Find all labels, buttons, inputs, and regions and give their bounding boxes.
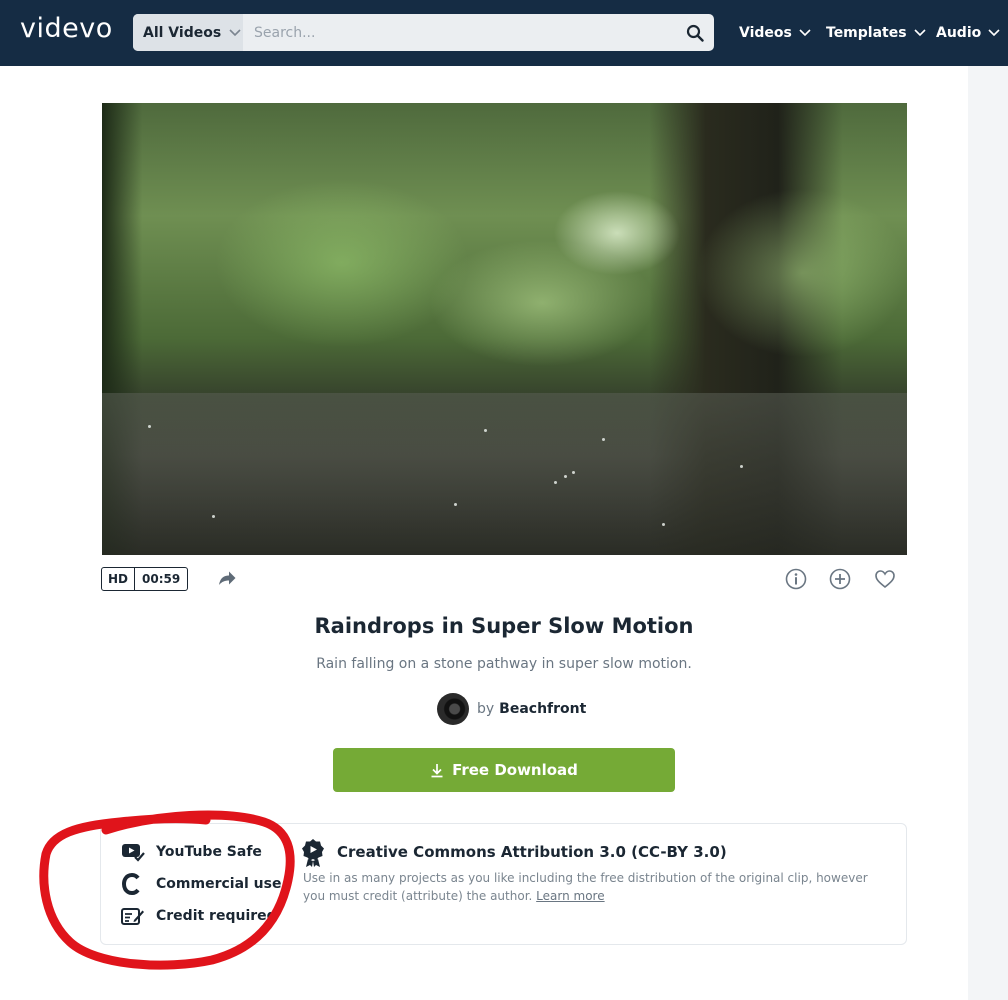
top-navbar: videvo All Videos Videos Templates Audio (0, 0, 1008, 66)
credit-required-icon (121, 908, 144, 925)
videvo-logo[interactable]: videvo (20, 13, 113, 44)
feature-label: Credit required (156, 908, 277, 924)
feature-credit-required: Credit required (121, 905, 277, 927)
commercial-use-icon (121, 873, 140, 895)
search-bar: All Videos (133, 14, 714, 51)
search-button[interactable] (684, 22, 706, 44)
license-award-icon (302, 839, 324, 867)
nav-videos-label: Videos (739, 25, 792, 41)
nav-templates-label: Templates (826, 25, 907, 41)
feature-label: YouTube Safe (156, 844, 262, 860)
info-icon[interactable] (785, 568, 807, 590)
video-preview[interactable] (102, 103, 907, 555)
feature-commercial-use: Commercial use (121, 873, 281, 895)
nav-audio[interactable]: Audio (936, 0, 1000, 66)
raindrop-splash (454, 503, 457, 506)
raindrop-splash (602, 438, 605, 441)
raindrop-splash (484, 429, 487, 432)
download-label: Free Download (452, 761, 578, 779)
author-prefix: by (477, 701, 495, 717)
author-name[interactable]: Beachfront (499, 701, 586, 717)
download-icon (431, 763, 443, 777)
raindrop-splash (572, 471, 575, 474)
share-icon[interactable] (217, 568, 237, 588)
raindrop-splash (148, 425, 151, 428)
page-side-strip (968, 66, 1008, 1000)
license-text: Use in as many projects as you like incl… (303, 869, 893, 905)
license-title: Creative Commons Attribution 3.0 (CC-BY … (337, 843, 727, 861)
raindrop-splash (740, 465, 743, 468)
nav-templates[interactable]: Templates (826, 0, 926, 66)
chevron-down-icon (799, 29, 811, 37)
license-panel: YouTube Safe Commercial use Credit requi… (100, 823, 907, 945)
author-info[interactable]: by Beachfront (437, 693, 586, 725)
chevron-down-icon (913, 29, 926, 37)
feature-youtube-safe: YouTube Safe (121, 841, 262, 863)
chevron-down-icon (988, 29, 1000, 37)
search-input[interactable] (243, 14, 673, 51)
quality-label: HD (102, 568, 136, 590)
raindrop-splash (554, 481, 557, 484)
search-scope-dropdown[interactable]: All Videos (133, 14, 243, 51)
heart-icon[interactable] (874, 568, 896, 590)
learn-more-link[interactable]: Learn more (536, 889, 604, 903)
nav-audio-label: Audio (936, 25, 982, 41)
chevron-down-icon (229, 28, 241, 36)
free-download-button[interactable]: Free Download (333, 748, 675, 792)
search-scope-label: All Videos (143, 24, 222, 41)
video-quality-badge: HD 00:59 (101, 567, 189, 591)
feature-label: Commercial use (156, 876, 282, 892)
add-to-collection-icon[interactable] (829, 568, 851, 590)
raindrop-splash (662, 523, 665, 526)
video-title: Raindrops in Super Slow Motion (314, 614, 694, 638)
author-avatar[interactable] (437, 693, 469, 725)
duration-label: 00:59 (142, 572, 181, 586)
search-icon (686, 24, 704, 42)
video-ground (102, 393, 907, 555)
raindrop-splash (212, 515, 215, 518)
raindrop-splash (564, 475, 567, 478)
youtube-safe-icon (122, 844, 145, 862)
nav-videos[interactable]: Videos (739, 0, 811, 66)
video-description: Rain falling on a stone pathway in super… (316, 656, 692, 672)
